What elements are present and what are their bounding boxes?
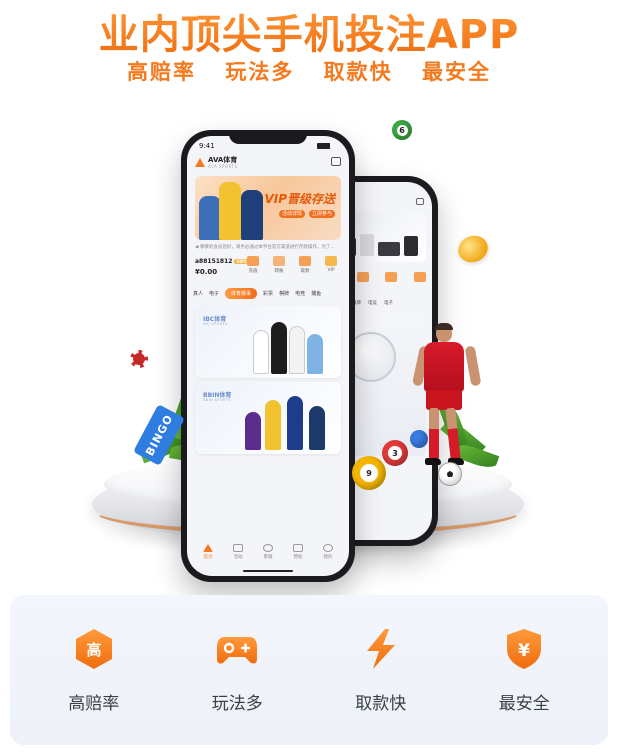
app-header: AVA体育 AVA SPORTS: [195, 156, 341, 170]
vip-icon[interactable]: [413, 272, 426, 282]
brand-subtitle: AVA SPORTS: [208, 164, 238, 169]
gamepad-icon: [215, 627, 259, 671]
sportsbook-subtitle: IBC SPORTS: [203, 322, 228, 326]
lottery-ball-icon: 3: [382, 440, 408, 466]
subline-item: 取款快: [323, 60, 393, 84]
crown-icon: [325, 256, 337, 266]
feature-panel: 高 高赔率 玩法多 取款快 ¥ 最安全: [10, 595, 608, 745]
chat-icon[interactable]: [331, 157, 341, 166]
quick-action-withdraw[interactable]: 取款: [295, 256, 315, 274]
card-icon: [299, 256, 311, 266]
tab-support[interactable]: 客服: [257, 544, 279, 560]
phone-front-screen: 9:41 AVA体育 AVA SPORTS VIP晋级存送 活动详情 立即参与: [187, 136, 349, 576]
gold-coin-icon: [454, 231, 492, 267]
hero-stage: 电子 棋牌 电竞 电子 9:41 AVA体育 AVA SPORTS: [0, 90, 618, 582]
sportsbook-card[interactable]: IBC体育 IBC SPORTS: [195, 306, 341, 378]
banner-join-button[interactable]: 立即参与: [309, 210, 335, 218]
headline: 业内顶尖手机投注APP: [0, 2, 618, 60]
transfer-icon[interactable]: [356, 272, 369, 282]
banner-details-button[interactable]: 活动详情: [279, 210, 305, 218]
lottery-ball-icon: [410, 430, 428, 448]
phone-front: 9:41 AVA体育 AVA SPORTS VIP晋级存送 活动详情 立即参与: [181, 130, 355, 582]
quick-action-deposit[interactable]: 充值: [243, 256, 263, 274]
category-tab-active[interactable]: 体育赛事: [225, 287, 258, 299]
feature-label: 玩法多: [211, 693, 263, 714]
trophy-icon: [293, 544, 303, 552]
banner-players-image: [199, 178, 279, 240]
notice-marquee[interactable]: ◀ 尊敬的会员您好，请务必通过本平台官方渠道进行存款操作，为了…: [195, 244, 341, 252]
home-indicator: [243, 570, 293, 572]
category-tab[interactable]: 电子: [384, 300, 393, 308]
subline-item: 玩法多: [225, 60, 295, 84]
withdraw-icon[interactable]: [385, 272, 398, 282]
category-tab[interactable]: 电竞: [368, 300, 377, 308]
soccer-ball-icon: [438, 462, 462, 486]
feature-high-odds: 高 高赔率: [39, 627, 149, 714]
subline-item: 最安全: [421, 60, 491, 84]
bottom-tab-bar: 首页 活动 客服 赞助 我的: [193, 544, 343, 566]
quick-action-transfer[interactable]: 转账: [269, 256, 289, 274]
lottery-ball-icon: 9: [352, 456, 386, 490]
tab-activity[interactable]: 活动: [227, 544, 249, 560]
banner-title: VIP晋级存送: [264, 192, 335, 206]
svg-text:高: 高: [86, 641, 101, 659]
category-tab[interactable]: 捕鱼: [311, 290, 321, 297]
feature-security: ¥ 最安全: [469, 627, 579, 714]
tab-sponsor[interactable]: 赞助: [287, 544, 309, 560]
quick-action-vip[interactable]: VIP: [321, 256, 341, 274]
category-tab[interactable]: 棋牌: [279, 290, 289, 297]
subline: 高赔率 玩法多 取款快 最安全: [0, 56, 618, 86]
sportsbook-card[interactable]: BBIN体育 BBIN SPORTS: [195, 382, 341, 454]
phone-notch: [229, 130, 307, 144]
sportsbook-subtitle: BBIN SPORTS: [203, 398, 231, 402]
home-icon: [203, 544, 213, 552]
football-player-figure: [411, 323, 482, 474]
subline-item: 高赔率: [127, 60, 197, 84]
category-tabs: 真人 电子 体育赛事 彩票 棋牌 电竞 捕鱼: [193, 286, 343, 300]
lightning-icon: [359, 627, 403, 671]
category-tab[interactable]: 电竞: [295, 290, 305, 297]
account-id: a88151812: [195, 258, 233, 265]
tab-profile[interactable]: 我的: [317, 544, 339, 560]
svg-text:¥: ¥: [518, 641, 530, 661]
tab-home[interactable]: 首页: [197, 544, 219, 560]
feature-fast-withdraw: 取款快: [326, 627, 436, 714]
lottery-ball-icon: 6: [392, 120, 412, 140]
shield-yen-icon: ¥: [502, 627, 546, 671]
high-odds-icon: 高: [72, 627, 116, 671]
quick-actions: 充值 转账 取款 VIP: [243, 256, 341, 274]
feature-label: 最安全: [498, 693, 550, 714]
feature-many-games: 玩法多: [182, 627, 292, 714]
brand-logo-icon: [195, 158, 205, 167]
headset-icon: [263, 544, 273, 552]
chat-icon[interactable]: [416, 198, 424, 205]
user-icon: [323, 544, 333, 552]
status-time: 9:41: [199, 142, 215, 150]
category-tab[interactable]: 真人: [193, 290, 203, 297]
gift-icon: [233, 544, 243, 552]
category-tab[interactable]: 电子: [209, 290, 219, 297]
category-tab[interactable]: 彩票: [263, 290, 273, 297]
feature-label: 取款快: [355, 693, 407, 714]
promo-banner[interactable]: VIP晋级存送 活动详情 立即参与: [195, 176, 341, 240]
signal-battery-icon: [317, 143, 339, 149]
feature-label: 高赔率: [68, 693, 120, 714]
casino-chip-icon: [126, 346, 152, 372]
transfer-icon: [273, 256, 285, 266]
wallet-icon: [247, 256, 259, 266]
